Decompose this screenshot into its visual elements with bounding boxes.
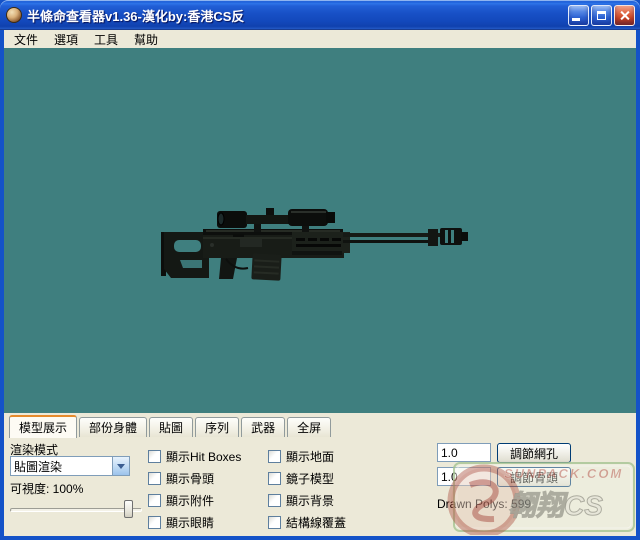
show-background-checkbox[interactable] xyxy=(268,494,281,507)
tab-weapons[interactable]: 武器 xyxy=(241,417,285,437)
checkbox-row-eyes[interactable]: 顯示眼睛 xyxy=(148,511,241,533)
adjust-mesh-button[interactable]: 調節網孔 xyxy=(497,443,571,463)
window-bottom-border xyxy=(0,536,640,540)
checkbox-row-bones[interactable]: 顯示骨頭 xyxy=(148,467,241,489)
show-hitboxes-checkbox[interactable] xyxy=(148,450,161,463)
maximize-button[interactable] xyxy=(591,5,612,26)
mirror-model-label: 鏡子模型 xyxy=(286,470,334,487)
menu-help[interactable]: 幫助 xyxy=(126,30,166,49)
show-background-label: 顯示背景 xyxy=(286,492,334,509)
window-title: 半條命查看器v1.36-漢化by:香港CS反 xyxy=(27,6,568,25)
mirror-model-checkbox[interactable] xyxy=(268,472,281,485)
title-bar[interactable]: 半條命查看器v1.36-漢化by:香港CS反 xyxy=(0,0,640,30)
opacity-slider[interactable] xyxy=(10,499,142,519)
mesh-scale-input[interactable] xyxy=(437,443,491,462)
close-button[interactable] xyxy=(614,5,635,26)
checkbox-row-mirror[interactable]: 鏡子模型 xyxy=(268,467,346,489)
show-attachments-checkbox[interactable] xyxy=(148,494,161,507)
show-ground-checkbox[interactable] xyxy=(268,450,281,463)
menu-file[interactable]: 文件 xyxy=(6,30,46,49)
checkbox-row-ground[interactable]: 顯示地面 xyxy=(268,445,346,467)
dropdown-button[interactable] xyxy=(112,457,129,475)
show-hitboxes-label: 顯示Hit Boxes xyxy=(166,448,241,465)
checkbox-column-right: 顯示地面 鏡子模型 顯示背景 結構線覆蓋 xyxy=(268,445,346,533)
show-eyes-checkbox[interactable] xyxy=(148,516,161,529)
show-bones-label: 顯示骨頭 xyxy=(166,470,214,487)
checkbox-row-hitboxes[interactable]: 顯示Hit Boxes xyxy=(148,445,241,467)
wireframe-overlay-checkbox[interactable] xyxy=(268,516,281,529)
maximize-icon xyxy=(597,11,606,20)
drawn-polys-status: Drawn Polys: 599 xyxy=(437,497,531,511)
bone-scale-input[interactable] xyxy=(437,467,491,486)
checkbox-row-attachments[interactable]: 顯示附件 xyxy=(148,489,241,511)
model-viewport[interactable] xyxy=(0,48,640,413)
slider-track[interactable] xyxy=(10,508,142,512)
app-window: 半條命查看器v1.36-漢化by:香港CS反 文件 選項 工具 幫助 xyxy=(0,0,640,540)
menu-options[interactable]: 選項 xyxy=(46,30,86,49)
wireframe-overlay-label: 結構線覆蓋 xyxy=(286,514,346,531)
render-mode-value: 貼圖渲染 xyxy=(11,458,112,475)
tab-strip: 模型展示 部份身體 貼圖 序列 武器 全屏 xyxy=(0,413,640,437)
menu-tools[interactable]: 工具 xyxy=(86,30,126,49)
show-ground-label: 顯示地面 xyxy=(286,448,334,465)
app-icon[interactable] xyxy=(6,7,22,23)
show-attachments-label: 顯示附件 xyxy=(166,492,214,509)
tab-fullscreen[interactable]: 全屏 xyxy=(287,417,331,437)
tab-textures[interactable]: 貼圖 xyxy=(149,417,193,437)
show-bones-checkbox[interactable] xyxy=(148,472,161,485)
tab-model-display[interactable]: 模型展示 xyxy=(9,415,77,438)
chevron-down-icon xyxy=(117,464,125,469)
sniper-rifle-model xyxy=(4,48,636,413)
checkbox-row-wireframe[interactable]: 結構線覆蓋 xyxy=(268,511,346,533)
menu-bar: 文件 選項 工具 幫助 xyxy=(0,30,640,48)
show-eyes-label: 顯示眼睛 xyxy=(166,514,214,531)
slider-thumb[interactable] xyxy=(124,500,133,518)
minimize-button[interactable] xyxy=(568,5,589,26)
tab-body-parts[interactable]: 部份身體 xyxy=(79,417,147,437)
adjust-bone-button[interactable]: 調節骨頭 xyxy=(497,467,571,487)
opacity-label: 可視度: 100% xyxy=(10,480,83,497)
checkbox-column-left: 顯示Hit Boxes 顯示骨頭 顯示附件 顯示眼睛 xyxy=(148,445,241,533)
render-mode-dropdown[interactable]: 貼圖渲染 xyxy=(10,456,130,476)
tab-sequences[interactable]: 序列 xyxy=(195,417,239,437)
checkbox-row-background[interactable]: 顯示背景 xyxy=(268,489,346,511)
minimize-icon xyxy=(572,18,580,21)
control-panel: 渲染模式 貼圖渲染 可視度: 100% 顯示Hit Boxes 顯示骨頭 顯示附… xyxy=(0,437,640,536)
close-icon xyxy=(619,10,630,21)
